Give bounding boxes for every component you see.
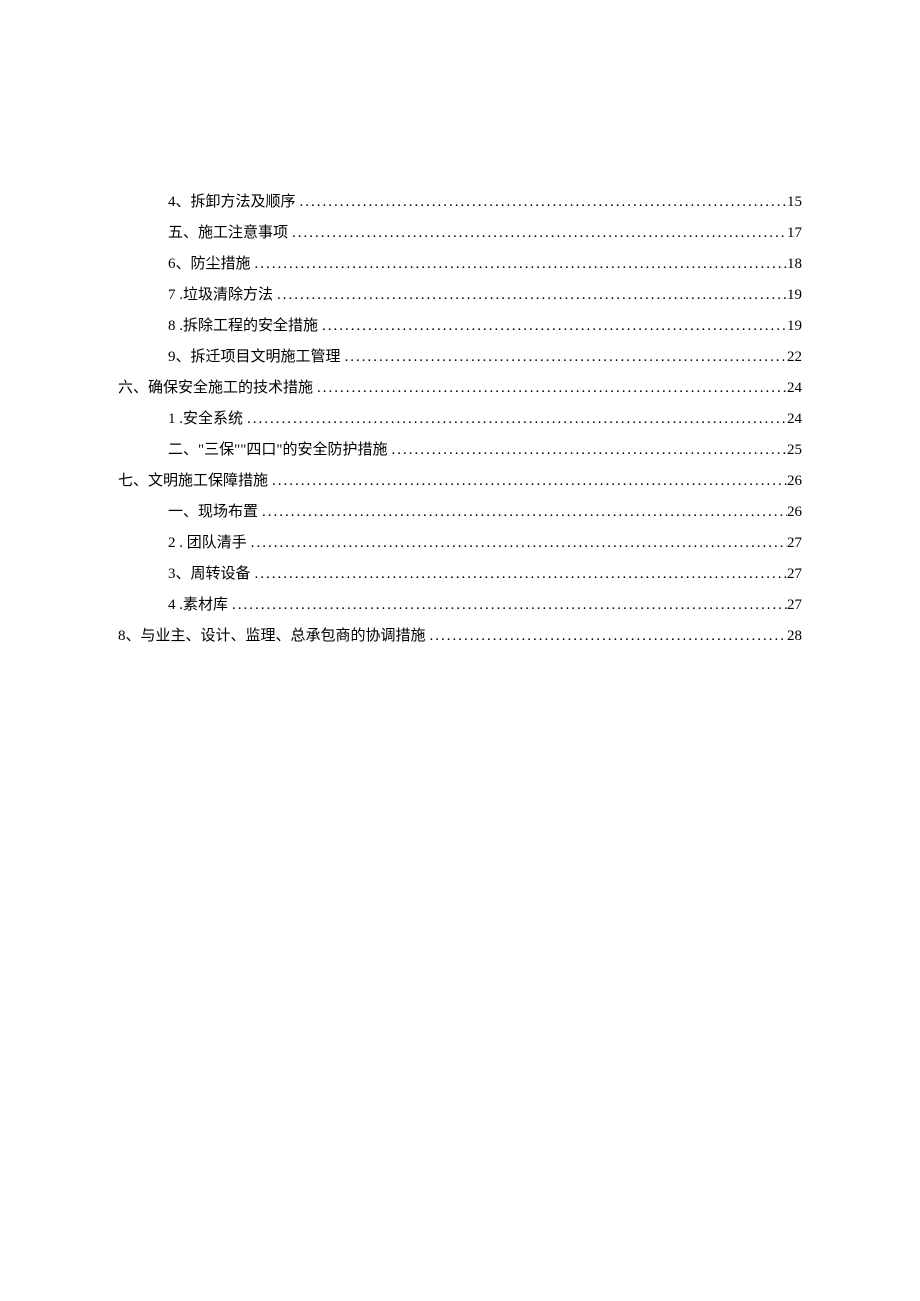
toc-entry: 1 .安全系统 24 bbox=[118, 407, 802, 428]
toc-dots bbox=[247, 535, 787, 552]
toc-dots bbox=[258, 504, 787, 521]
toc-entry-page: 27 bbox=[787, 535, 802, 552]
toc-entry: 二、"三保""四口"的安全防护措施 25 bbox=[118, 438, 802, 459]
toc-dots bbox=[268, 473, 787, 490]
toc-entry-label: 2 . 团队清手 bbox=[168, 531, 247, 552]
toc-entry: 七、文明施工保障措施 26 bbox=[118, 469, 802, 490]
toc-entry-page: 25 bbox=[787, 442, 802, 459]
toc-entry-page: 18 bbox=[787, 256, 802, 273]
toc-entry-page: 19 bbox=[787, 318, 802, 335]
toc-entry-page: 26 bbox=[787, 504, 802, 521]
toc-entry-label: 1 .安全系统 bbox=[168, 407, 243, 428]
toc-entry-page: 19 bbox=[787, 287, 802, 304]
table-of-contents: 4、拆卸方法及顺序 15 五、施工注意事项 17 6、防尘措施 18 7 .垃圾… bbox=[118, 190, 802, 645]
toc-dots bbox=[251, 256, 787, 273]
toc-dots bbox=[228, 597, 787, 614]
toc-entry-page: 26 bbox=[787, 473, 802, 490]
toc-dots bbox=[251, 566, 787, 583]
toc-dots bbox=[288, 225, 787, 242]
toc-entry-label: 8 .拆除工程的安全措施 bbox=[168, 314, 318, 335]
toc-entry: 8、与业主、设计、监理、总承包商的协调措施 28 bbox=[118, 624, 802, 645]
toc-entry: 2 . 团队清手 27 bbox=[118, 531, 802, 552]
toc-entry-label: 一、现场布置 bbox=[168, 500, 258, 521]
toc-entry-label: 6、防尘措施 bbox=[168, 252, 251, 273]
toc-entry-page: 27 bbox=[787, 597, 802, 614]
toc-entry-label: 4 .素材库 bbox=[168, 593, 228, 614]
toc-entry-page: 24 bbox=[787, 411, 802, 428]
toc-entry: 六、确保安全施工的技术措施 24 bbox=[118, 376, 802, 397]
toc-dots bbox=[318, 318, 787, 335]
toc-entry-label: 五、施工注意事项 bbox=[168, 221, 288, 242]
toc-entry: 3、周转设备 27 bbox=[118, 562, 802, 583]
toc-entry: 7 .垃圾清除方法 19 bbox=[118, 283, 802, 304]
toc-entry: 一、现场布置 26 bbox=[118, 500, 802, 521]
toc-entry-label: 七、文明施工保障措施 bbox=[118, 469, 268, 490]
toc-entry: 6、防尘措施 18 bbox=[118, 252, 802, 273]
toc-entry-page: 22 bbox=[787, 349, 802, 366]
toc-entry: 五、施工注意事项 17 bbox=[118, 221, 802, 242]
toc-entry-page: 17 bbox=[787, 225, 802, 242]
toc-entry-page: 24 bbox=[787, 380, 802, 397]
toc-entry-label: 3、周转设备 bbox=[168, 562, 251, 583]
toc-dots bbox=[273, 287, 787, 304]
toc-entry-page: 27 bbox=[787, 566, 802, 583]
toc-dots bbox=[341, 349, 787, 366]
toc-entry: 4 .素材库 27 bbox=[118, 593, 802, 614]
toc-entry-label: 4、拆卸方法及顺序 bbox=[168, 190, 296, 211]
toc-entry: 8 .拆除工程的安全措施 19 bbox=[118, 314, 802, 335]
toc-dots bbox=[296, 194, 787, 211]
toc-entry: 4、拆卸方法及顺序 15 bbox=[118, 190, 802, 211]
toc-entry-page: 15 bbox=[787, 194, 802, 211]
toc-dots bbox=[388, 442, 788, 459]
toc-entry-label: 六、确保安全施工的技术措施 bbox=[118, 376, 313, 397]
toc-entry-page: 28 bbox=[787, 628, 802, 645]
toc-entry-label: 8、与业主、设计、监理、总承包商的协调措施 bbox=[118, 624, 426, 645]
toc-dots bbox=[243, 411, 787, 428]
toc-dots bbox=[313, 380, 787, 397]
toc-entry-label: 7 .垃圾清除方法 bbox=[168, 283, 273, 304]
toc-entry-label: 9、拆迁项目文明施工管理 bbox=[168, 345, 341, 366]
toc-entry: 9、拆迁项目文明施工管理 22 bbox=[118, 345, 802, 366]
toc-entry-label: 二、"三保""四口"的安全防护措施 bbox=[168, 438, 388, 459]
toc-dots bbox=[426, 628, 787, 645]
